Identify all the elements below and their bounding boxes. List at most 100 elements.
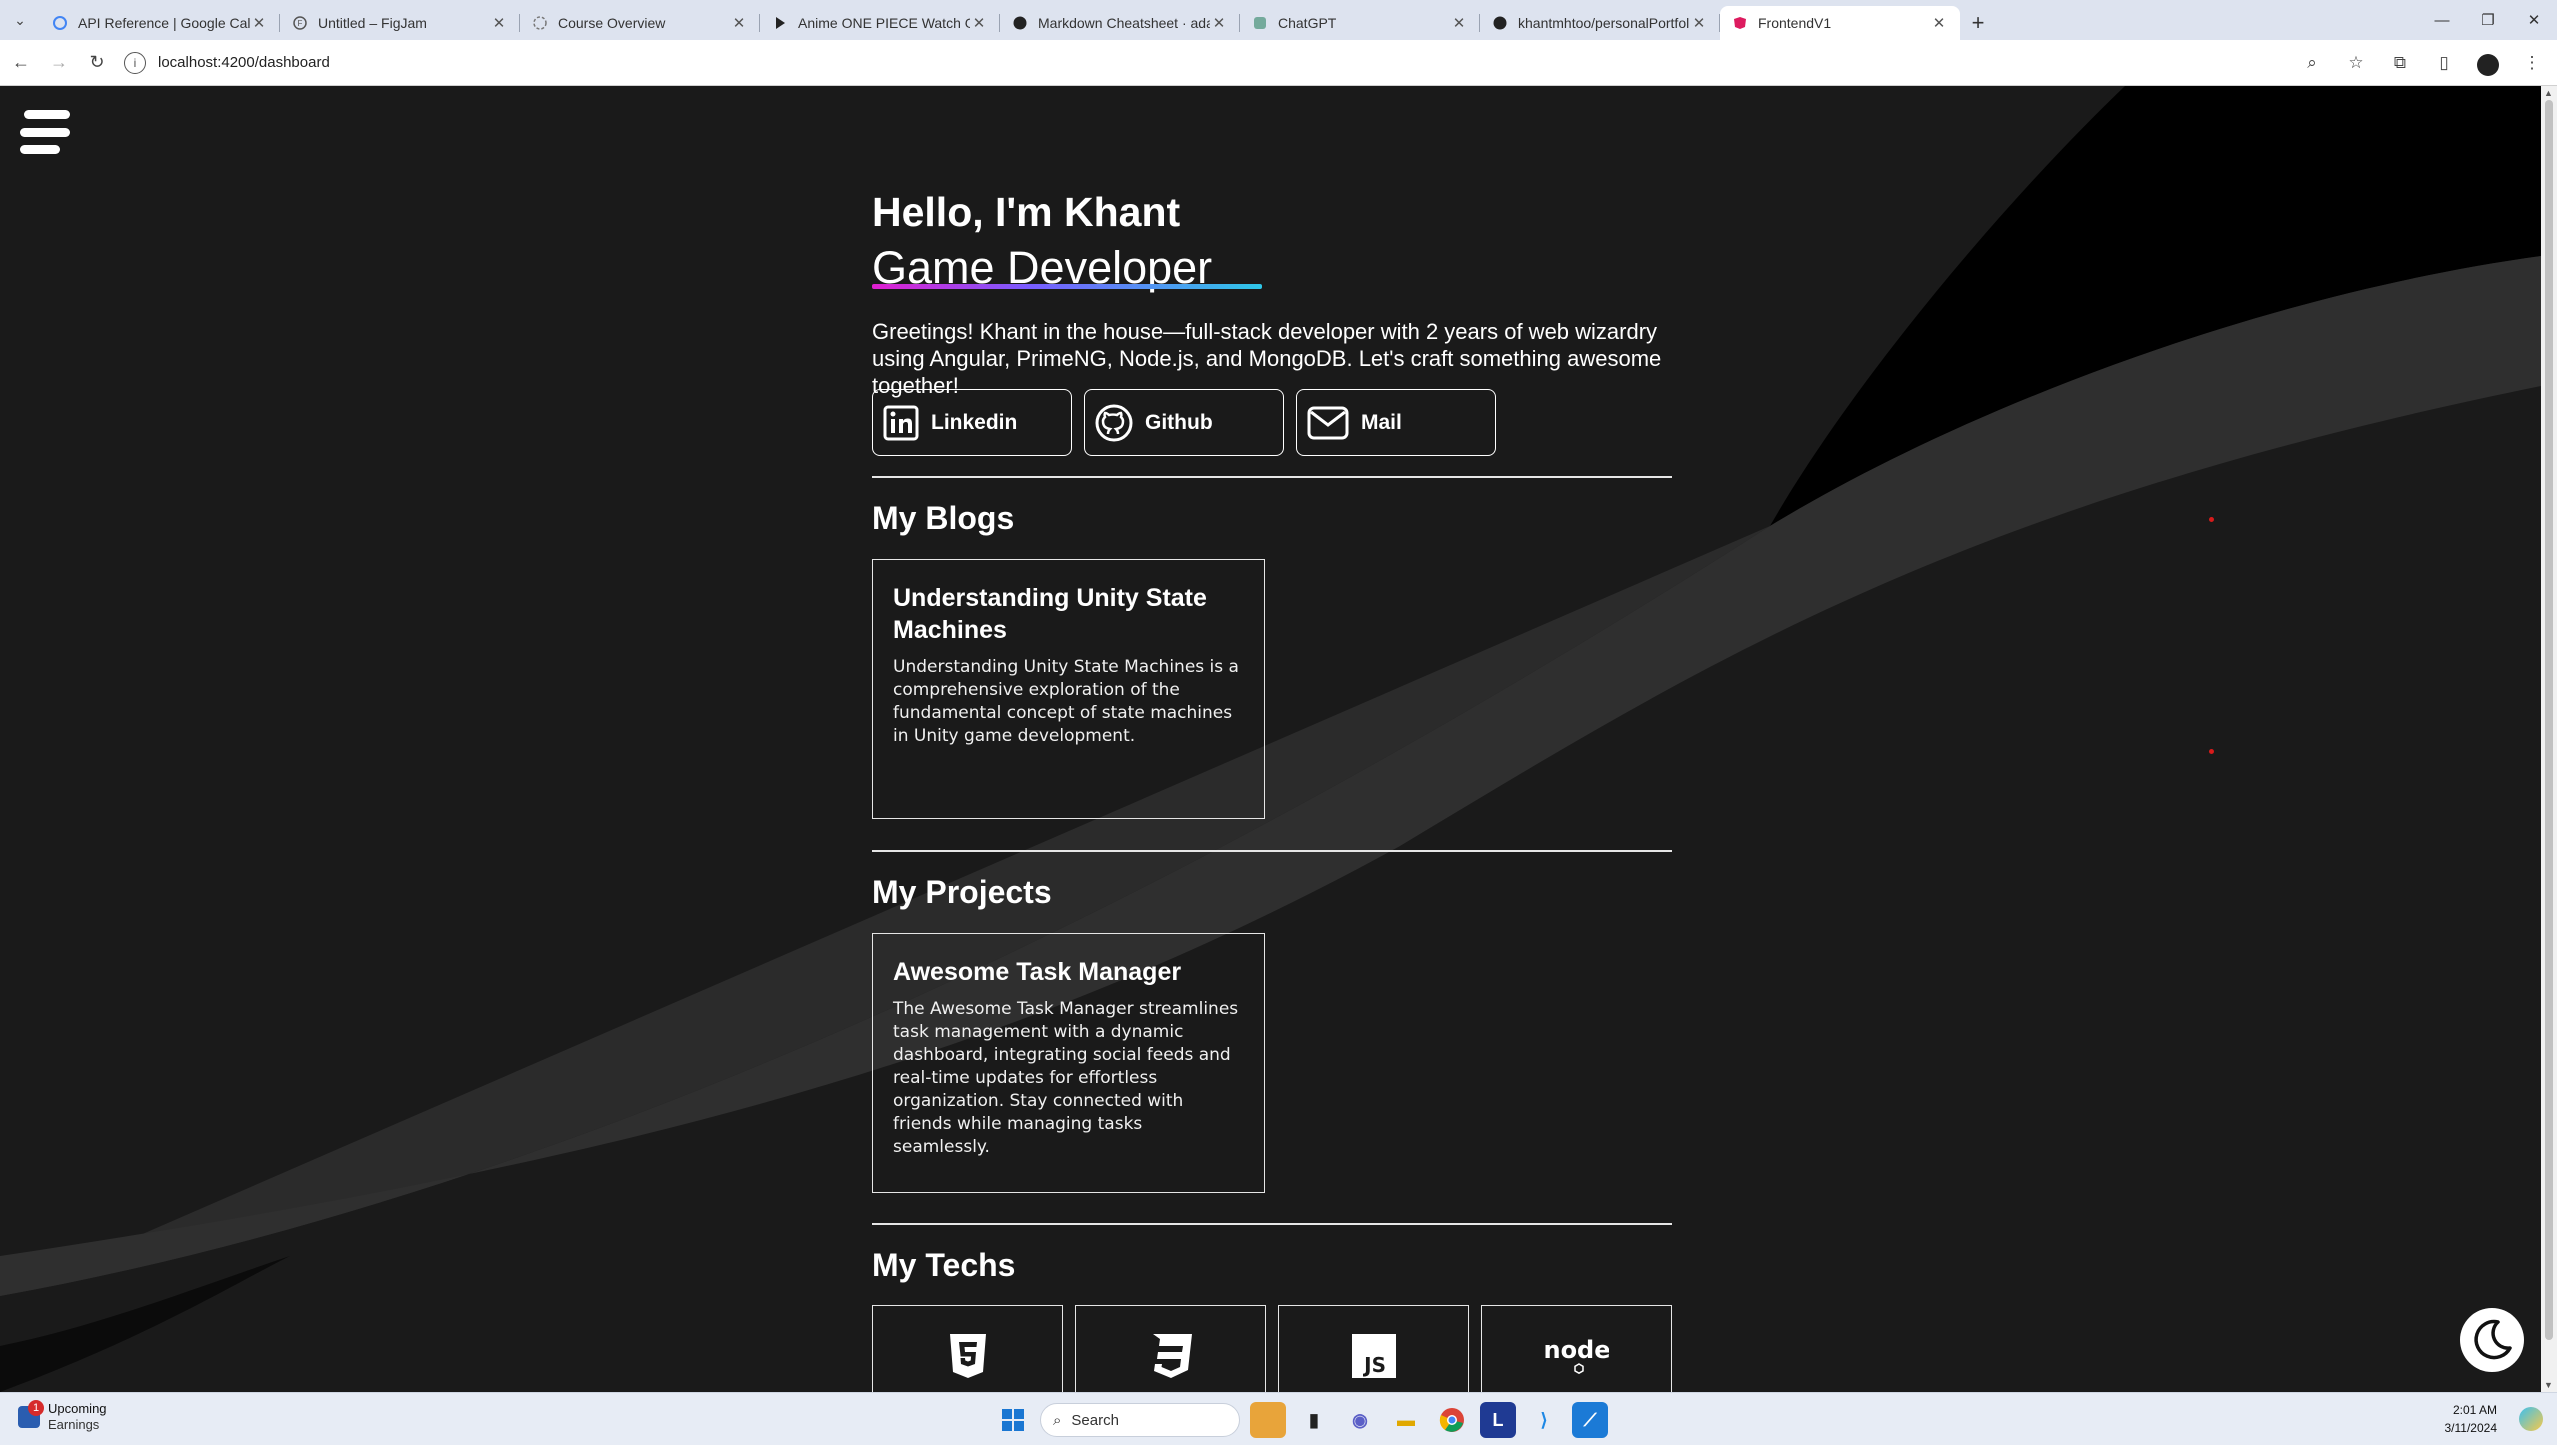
zoom-icon[interactable]: ⌕: [2297, 48, 2327, 78]
project-card-title: Awesome Task Manager: [893, 958, 1182, 986]
nodejs-icon: node: [1545, 1336, 1609, 1374]
copilot-icon[interactable]: [2519, 1407, 2543, 1431]
blog-card[interactable]: Understanding Unity State Machines Under…: [872, 559, 1265, 819]
taskbar-search[interactable]: ⌕ Search: [1040, 1403, 1240, 1437]
back-icon[interactable]: ←: [4, 46, 38, 80]
section-divider: [872, 1223, 1672, 1225]
profile-avatar[interactable]: [2473, 48, 2503, 78]
browser-tab[interactable]: F Untitled – FigJam ✕: [280, 6, 520, 40]
forward-icon[interactable]: →: [42, 46, 76, 80]
section-divider: [872, 850, 1672, 852]
close-window-icon[interactable]: ✕: [2511, 0, 2557, 40]
restore-icon[interactable]: ❐: [2465, 0, 2511, 40]
chatgpt-icon: [1252, 15, 1268, 31]
close-tab-icon[interactable]: ✕: [1450, 14, 1468, 32]
close-tab-icon[interactable]: ✕: [490, 14, 508, 32]
minimize-icon[interactable]: —: [2419, 0, 2465, 40]
linkedin-label: Linkedin: [931, 410, 1018, 434]
github-label: Github: [1145, 410, 1213, 434]
tech-list: JS node: [872, 1305, 1672, 1392]
linkedin-icon: [883, 405, 919, 440]
tab-search-button[interactable]: ⌄: [0, 0, 40, 40]
windows-start-icon[interactable]: [996, 1403, 1030, 1437]
close-tab-icon[interactable]: ✕: [250, 14, 268, 32]
linkedin-button[interactable]: Linkedin: [872, 389, 1072, 456]
tab-title: Markdown Cheatsheet · adam-p: [1038, 15, 1210, 31]
news-widget-icon[interactable]: [1250, 1402, 1286, 1438]
close-tab-icon[interactable]: ✕: [1930, 14, 1948, 32]
scrollbar-thumb[interactable]: [2545, 100, 2553, 1340]
taskbar-apps: ⌕ Search ▮ ◉ ▬ L ⟩ ⟋: [996, 1402, 1608, 1438]
widgets-icon: 1: [18, 1400, 44, 1428]
browser-tab[interactable]: Markdown Cheatsheet · adam-p ✕: [1000, 6, 1240, 40]
browser-tab[interactable]: API Reference | Google Calend ✕: [40, 6, 280, 40]
blog-card-description: Understanding Unity State Machines is a …: [893, 657, 1239, 746]
close-tab-icon[interactable]: ✕: [1210, 14, 1228, 32]
browser-tab[interactable]: Course Overview ✕: [520, 6, 760, 40]
terminal-icon[interactable]: ▮: [1296, 1402, 1332, 1438]
side-panel-icon[interactable]: ▯: [2429, 48, 2459, 78]
window-controls: — ❐ ✕: [2419, 0, 2557, 40]
techs-heading: My Techs: [872, 1247, 1016, 1283]
clock-date: 3/11/2024: [2444, 1421, 2498, 1435]
tech-tile[interactable]: [1075, 1305, 1266, 1392]
moon-icon: [2474, 1319, 2512, 1360]
widgets-button[interactable]: 1 Upcoming Earnings: [18, 1400, 107, 1433]
tab-title: ChatGPT: [1278, 15, 1337, 31]
hamburger-menu-icon[interactable]: [20, 110, 70, 154]
teams-icon[interactable]: ◉: [1342, 1402, 1378, 1438]
tech-tile[interactable]: [872, 1305, 1063, 1392]
tech-tile[interactable]: JS: [1278, 1305, 1469, 1392]
theme-toggle-button[interactable]: [2460, 1308, 2524, 1372]
blog-card-title: Understanding Unity State Machines: [893, 584, 1207, 644]
address-bar: ← → ↻ i localhost:4200/dashboard ⌕ ☆ ⧉ ▯…: [0, 40, 2557, 86]
chrome-icon[interactable]: [1434, 1402, 1470, 1438]
html5-icon: [949, 1334, 986, 1378]
close-tab-icon[interactable]: ✕: [1690, 14, 1708, 32]
svg-text:JS: JS: [1362, 1353, 1386, 1377]
widget-subtitle: Earnings: [48, 1417, 100, 1432]
tab-title: Anime ONE PIECE Watch Online: [798, 15, 970, 31]
url-field[interactable]: i localhost:4200/dashboard: [124, 46, 2287, 80]
page-scrollbar[interactable]: ▲ ▼: [2541, 86, 2557, 1392]
vscode-icon[interactable]: ⟩: [1526, 1402, 1562, 1438]
browser-tab[interactable]: khantmhtoo/personalPortfolio ✕: [1480, 6, 1720, 40]
mail-icon: [1307, 406, 1349, 439]
close-tab-icon[interactable]: ✕: [730, 14, 748, 32]
file-explorer-icon[interactable]: ▬: [1388, 1402, 1424, 1438]
browser-menu-icon[interactable]: ⋮: [2517, 48, 2547, 78]
project-card[interactable]: Awesome Task Manager The Awesome Task Ma…: [872, 933, 1265, 1193]
role-underline: [872, 284, 1262, 289]
scroll-down-icon[interactable]: ▼: [2544, 1380, 2553, 1390]
l-app-icon[interactable]: L: [1480, 1402, 1516, 1438]
background-swoosh: [0, 86, 2541, 1392]
system-clock[interactable]: 2:01 AM 3/11/2024: [2445, 1401, 2498, 1437]
search-icon: ⌕: [1053, 1411, 1062, 1429]
javascript-icon: JS: [1351, 1334, 1396, 1378]
bookmark-star-icon[interactable]: ☆: [2341, 48, 2371, 78]
new-tab-button[interactable]: +: [1960, 6, 1996, 40]
browser-tab-active[interactable]: FrontendV1 ✕: [1720, 6, 1960, 40]
svg-text:F: F: [298, 19, 303, 28]
close-tab-icon[interactable]: ✕: [970, 14, 988, 32]
clock-time: 2:01 AM: [2452, 1403, 2497, 1417]
tech-tile[interactable]: node: [1481, 1305, 1672, 1392]
reload-icon[interactable]: ↻: [80, 46, 114, 80]
azure-studio-icon[interactable]: ⟋: [1572, 1402, 1608, 1438]
decorative-dot: [2209, 517, 2214, 522]
project-card-description: The Awesome Task Manager streamlines tas…: [893, 999, 1239, 1157]
extensions-icon[interactable]: ⧉: [2385, 48, 2415, 78]
browser-tab[interactable]: Anime ONE PIECE Watch Online ✕: [760, 6, 1000, 40]
mail-label: Mail: [1361, 410, 1402, 434]
github-button[interactable]: Github: [1084, 389, 1284, 456]
tab-title: Course Overview: [558, 15, 666, 31]
site-info-icon[interactable]: i: [124, 51, 146, 74]
mail-button[interactable]: Mail: [1296, 389, 1496, 456]
scroll-up-icon[interactable]: ▲: [2544, 88, 2553, 98]
hero-intro: Greetings! Khant in the house—full-stack…: [872, 319, 1662, 398]
browser-tab[interactable]: ChatGPT ✕: [1240, 6, 1480, 40]
github-icon: [1492, 15, 1508, 31]
url-text: localhost:4200/dashboard: [158, 54, 330, 71]
svg-text:node: node: [1545, 1336, 1609, 1364]
tab-title: Untitled – FigJam: [318, 15, 427, 31]
